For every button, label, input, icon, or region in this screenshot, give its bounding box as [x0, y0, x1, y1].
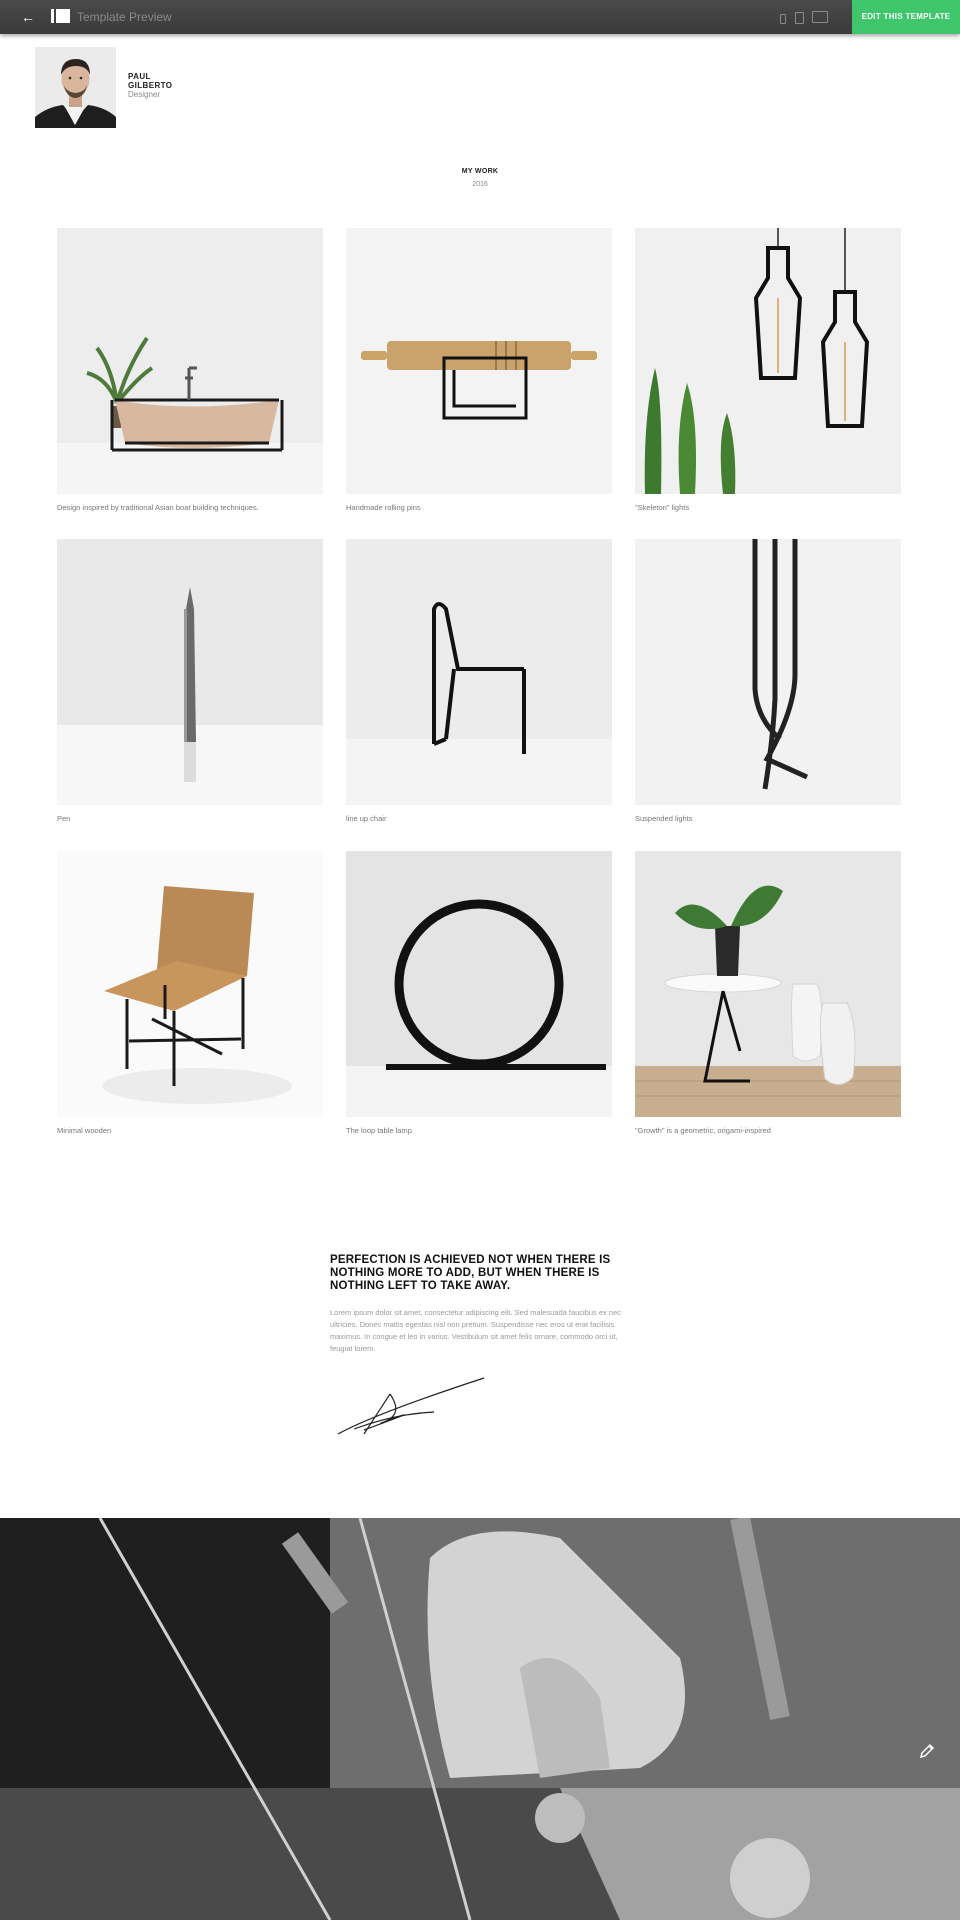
- signature: [334, 1374, 486, 1438]
- work-caption: "Skeleton" lights: [635, 503, 690, 512]
- work-caption: Design inspired by traditional Asian boa…: [57, 503, 259, 512]
- quote-heading: PERFECTION IS ACHIEVED NOT WHEN THERE IS…: [330, 1254, 611, 1292]
- profile-info: PAUL GILBERTO Designer: [128, 72, 172, 100]
- pencil-icon[interactable]: [918, 1742, 936, 1760]
- quote-body: Lorem ipsum dolor sit amet, consectetur …: [330, 1308, 621, 1353]
- work-image-wooden-chair[interactable]: [57, 851, 323, 1117]
- tablet-icon[interactable]: [795, 0, 804, 34]
- section-year: 2016: [472, 181, 488, 188]
- work-caption: Pen: [57, 814, 71, 823]
- mobile-icon[interactable]: [780, 0, 786, 34]
- editor-topbar: ← Template Preview EDIT THIS TEMPLATE: [0, 0, 960, 34]
- arrow-left-icon[interactable]: ←: [18, 8, 38, 26]
- work-image-loop-lamp[interactable]: [346, 851, 612, 1117]
- work-caption: The loop table lamp: [346, 1126, 412, 1135]
- work-image-suspended-lights[interactable]: [635, 539, 901, 805]
- work-caption: "Growth" is a geometric, origami-inspire…: [635, 1126, 771, 1135]
- profile-last-name: GILBERTO: [128, 81, 173, 90]
- work-image-chair-lineup[interactable]: [346, 539, 612, 805]
- work-image-rolling-pin[interactable]: [346, 228, 612, 494]
- work-image-pen[interactable]: [57, 539, 323, 805]
- avatar: [35, 47, 116, 128]
- work-image-bathtub[interactable]: [57, 228, 323, 494]
- work-image-growth-table[interactable]: [635, 851, 901, 1117]
- work-caption: line up chair: [346, 814, 387, 823]
- work-caption: Minimal wooden: [57, 1126, 112, 1135]
- template-preview-title: Template Preview: [77, 10, 172, 24]
- desktop-icon[interactable]: [812, 0, 828, 34]
- editor-logo-icon: [51, 9, 70, 23]
- profile-first-name: PAUL: [128, 72, 151, 81]
- edit-template-button[interactable]: EDIT THIS TEMPLATE: [852, 0, 960, 34]
- workshop-banner-image: [0, 1518, 960, 1920]
- work-caption: Handmade rolling pins: [346, 503, 421, 512]
- section-title: MY WORK: [461, 168, 499, 175]
- work-image-skeleton-lights[interactable]: [635, 228, 901, 494]
- work-caption: Suspended lights: [635, 814, 693, 823]
- profile-role: Designer: [128, 90, 161, 99]
